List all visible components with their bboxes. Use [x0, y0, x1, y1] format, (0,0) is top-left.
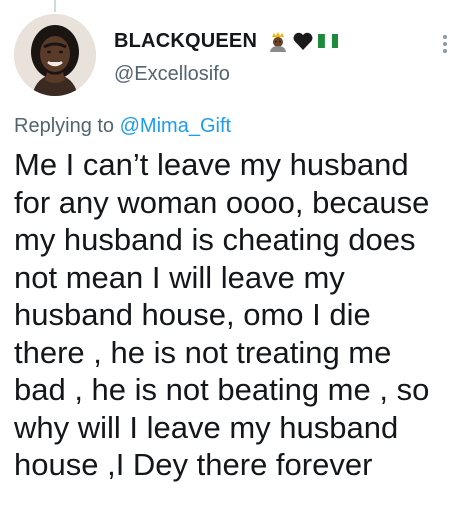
username[interactable]: @Excellosifo [114, 63, 230, 86]
black-heart-icon [292, 30, 314, 52]
avatar-image [14, 14, 96, 96]
replying-to: Replying to @Mima_Gift [14, 115, 231, 138]
tweet-text: Me I can’t leave my husband for any woma… [14, 146, 466, 484]
tweet-text-line: there , he is not treating me [14, 334, 392, 370]
tweet-text-line: why will I leave my husband [14, 409, 399, 445]
tweet-text-line: husband house, omo I die [14, 297, 371, 332]
name-emojis [267, 30, 339, 52]
tweet-text-line: bad , he is not beating me , so [14, 372, 430, 407]
tweet-text-line: Me I can’t leave my husband [14, 147, 409, 182]
avatar[interactable] [14, 14, 96, 96]
more-options-icon[interactable] [434, 30, 456, 58]
tweet-text-line: my husband is cheating does [14, 222, 416, 257]
crown-person-icon [267, 30, 289, 52]
tweet-text-line: for any woman oooo, because [14, 184, 430, 220]
tweet-text-line: house ,I Dey there forever [14, 447, 373, 482]
replying-to-label: Replying to [14, 115, 115, 137]
display-name[interactable]: BLACKQUEEN [114, 30, 257, 53]
display-name-row: BLACKQUEEN [114, 27, 339, 55]
nigeria-flag-icon [317, 30, 339, 52]
thread-connector-line [54, 0, 56, 12]
replying-to-handle-link[interactable]: @Mima_Gift [120, 115, 231, 137]
tweet-text-line: not mean I will leave my [14, 259, 345, 295]
